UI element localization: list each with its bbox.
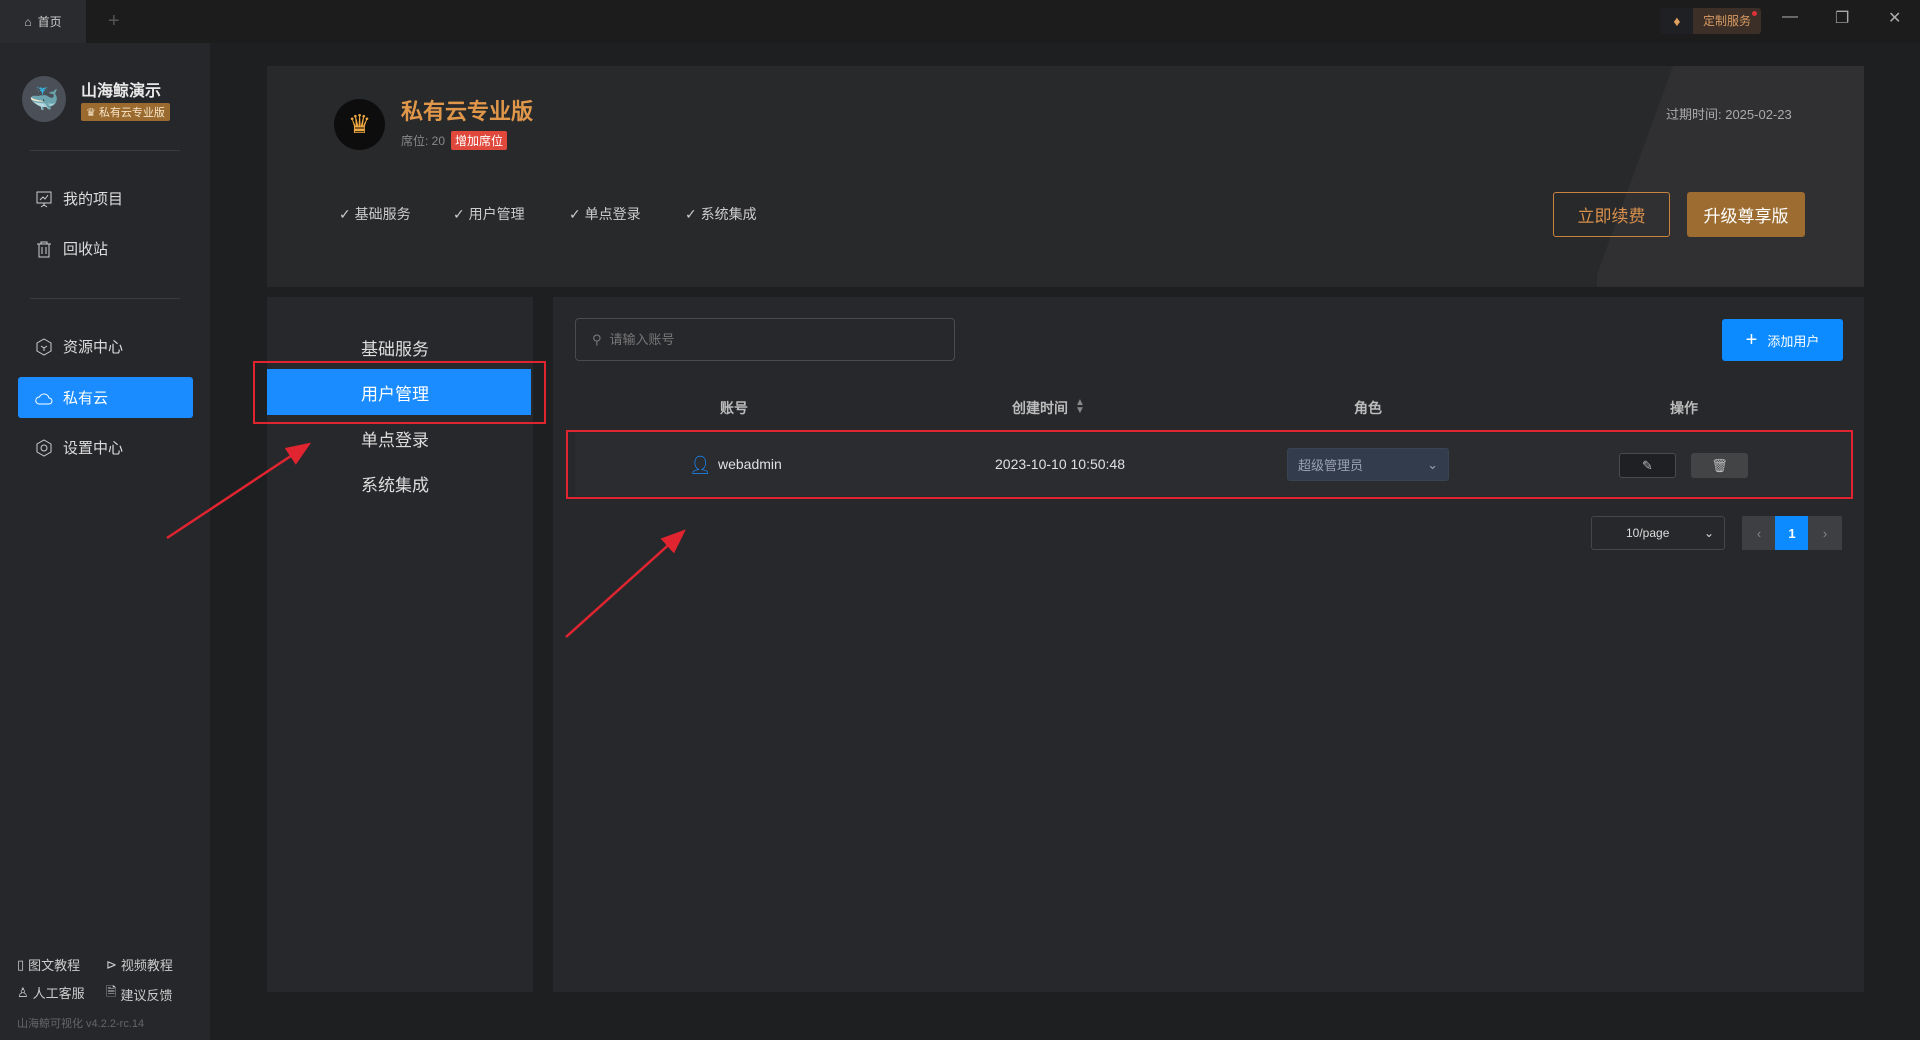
version-label: 山海鲸可视化 v4.2.2-rc.14 <box>17 1018 145 1030</box>
feature-integration: ✓ 系统集成 <box>685 206 757 222</box>
edition-badge-label: 私有云专业版 <box>98 107 165 119</box>
submenu-basic-services[interactable]: 基础服务 <box>361 335 429 360</box>
feature-label: 基础服务 <box>354 206 411 222</box>
users-panel <box>553 297 1864 992</box>
document-edit-icon: 🗎 <box>106 984 117 999</box>
restore-button[interactable]: ❐ <box>1835 8 1849 28</box>
add-user-label: 添加用户 <box>1767 333 1820 349</box>
plus-icon: + <box>1745 328 1758 351</box>
sidebar-item-projects[interactable]: 我的项目 <box>18 178 193 219</box>
edition-badge: ♛ 私有云专业版 <box>81 103 170 121</box>
page-size-select[interactable]: 10/page ⌄ <box>1591 516 1725 550</box>
play-icon: ⊳ <box>106 956 117 972</box>
page-1-button[interactable]: 1 <box>1775 516 1809 550</box>
next-page-button[interactable]: › <box>1808 516 1842 550</box>
footer-link-label: 视频教程 <box>120 958 173 973</box>
workspace-name: 山海鲸演示 <box>81 83 162 100</box>
footer-link-label: 人工客服 <box>32 986 85 1001</box>
tutorial-video-link[interactable]: ⊳ 视频教程 <box>106 955 173 974</box>
divider <box>30 150 180 151</box>
sidebar-item-label: 设置中心 <box>63 440 124 457</box>
minimize-button[interactable]: — <box>1782 8 1798 26</box>
crown-icon: ♛ <box>334 99 385 150</box>
user-icon: ♙ <box>17 984 29 1000</box>
sidebar-item-label: 私有云 <box>63 390 109 407</box>
column-header-created[interactable]: 创建时间 <box>1012 398 1068 418</box>
tutorial-text-link[interactable]: ▯ 图文教程 <box>17 955 80 974</box>
divider <box>30 298 180 299</box>
add-seats-button[interactable]: 增加席位 <box>451 131 508 150</box>
tab-home[interactable]: ⌂ 首页 <box>0 0 86 43</box>
avatar[interactable]: 🐳 <box>22 76 66 122</box>
custom-service-button[interactable]: ♦ 定制服务 <box>1661 8 1762 34</box>
book-icon: ▯ <box>17 956 25 972</box>
sidebar-item-label: 回收站 <box>63 241 109 258</box>
support-link[interactable]: ♙ 人工客服 <box>17 983 85 1002</box>
cloud-icon <box>35 392 53 404</box>
account-search[interactable]: ⚲ <box>575 318 955 361</box>
presentation-icon <box>36 191 52 207</box>
sidebar-item-label: 我的项目 <box>63 191 124 208</box>
custom-service-label: 定制服务 <box>1703 14 1752 28</box>
feature-label: 系统集成 <box>700 206 757 222</box>
feedback-link[interactable]: 🗎 建议反馈 <box>106 983 172 1005</box>
footer-link-label: 图文教程 <box>28 958 81 973</box>
footer-link-label: 建议反馈 <box>120 987 173 1003</box>
page-size-value: 10/page <box>1626 526 1670 540</box>
feature-basic: ✓ 基础服务 <box>339 206 411 222</box>
sidebar-item-label: 资源中心 <box>63 339 124 356</box>
chevron-down-icon: ⌄ <box>1703 526 1714 540</box>
feature-sso: ✓ 单点登录 <box>569 206 641 222</box>
search-input[interactable] <box>609 332 930 347</box>
trash-icon <box>37 241 51 257</box>
upgrade-button[interactable]: 升级尊享版 <box>1687 192 1805 237</box>
notification-dot <box>1752 11 1758 16</box>
tab-home-label: 首页 <box>37 15 62 29</box>
renew-button[interactable]: 立即续费 <box>1553 192 1670 237</box>
sidebar-item-resources[interactable]: 资源中心 <box>18 326 193 367</box>
sort-icon[interactable]: ▲ ▼ <box>1075 398 1085 416</box>
title-bar <box>0 0 1920 43</box>
add-user-button[interactable]: + 添加用户 <box>1722 319 1843 361</box>
sidebar-item-settings[interactable]: 设置中心 <box>18 427 193 468</box>
highlight-box <box>566 430 1853 499</box>
submenu-user-management[interactable]: 用户管理 <box>361 380 429 405</box>
cube-icon <box>36 337 52 356</box>
submenu-sso[interactable]: 单点登录 <box>361 426 429 451</box>
expiry-date: 过期时间: 2025-02-23 <box>1666 107 1792 122</box>
seats-info: 席位: 20 增加席位 <box>401 131 508 150</box>
search-icon: ⚲ <box>592 331 602 347</box>
column-header-role: 角色 <box>1354 400 1382 416</box>
gear-icon <box>36 438 52 457</box>
column-header-account: 账号 <box>720 400 748 416</box>
prev-page-button[interactable]: ‹ <box>1742 516 1776 550</box>
home-icon: ⌂ <box>24 14 32 29</box>
feature-label: 单点登录 <box>584 206 641 222</box>
diamond-icon: ♦ <box>1661 8 1693 34</box>
plan-title: 私有云专业版 <box>401 99 534 124</box>
feature-users: ✓ 用户管理 <box>453 206 525 222</box>
new-tab-button[interactable]: + <box>108 10 120 33</box>
seats-count: 席位: 20 <box>401 134 446 148</box>
feature-label: 用户管理 <box>468 206 525 222</box>
column-header-actions: 操作 <box>1670 400 1698 416</box>
sidebar-item-private-cloud[interactable]: 私有云 <box>18 377 193 418</box>
sidebar-item-recycle-bin[interactable]: 回收站 <box>18 228 193 269</box>
close-button[interactable]: ✕ <box>1888 8 1901 28</box>
submenu-integration[interactable]: 系统集成 <box>361 471 429 496</box>
